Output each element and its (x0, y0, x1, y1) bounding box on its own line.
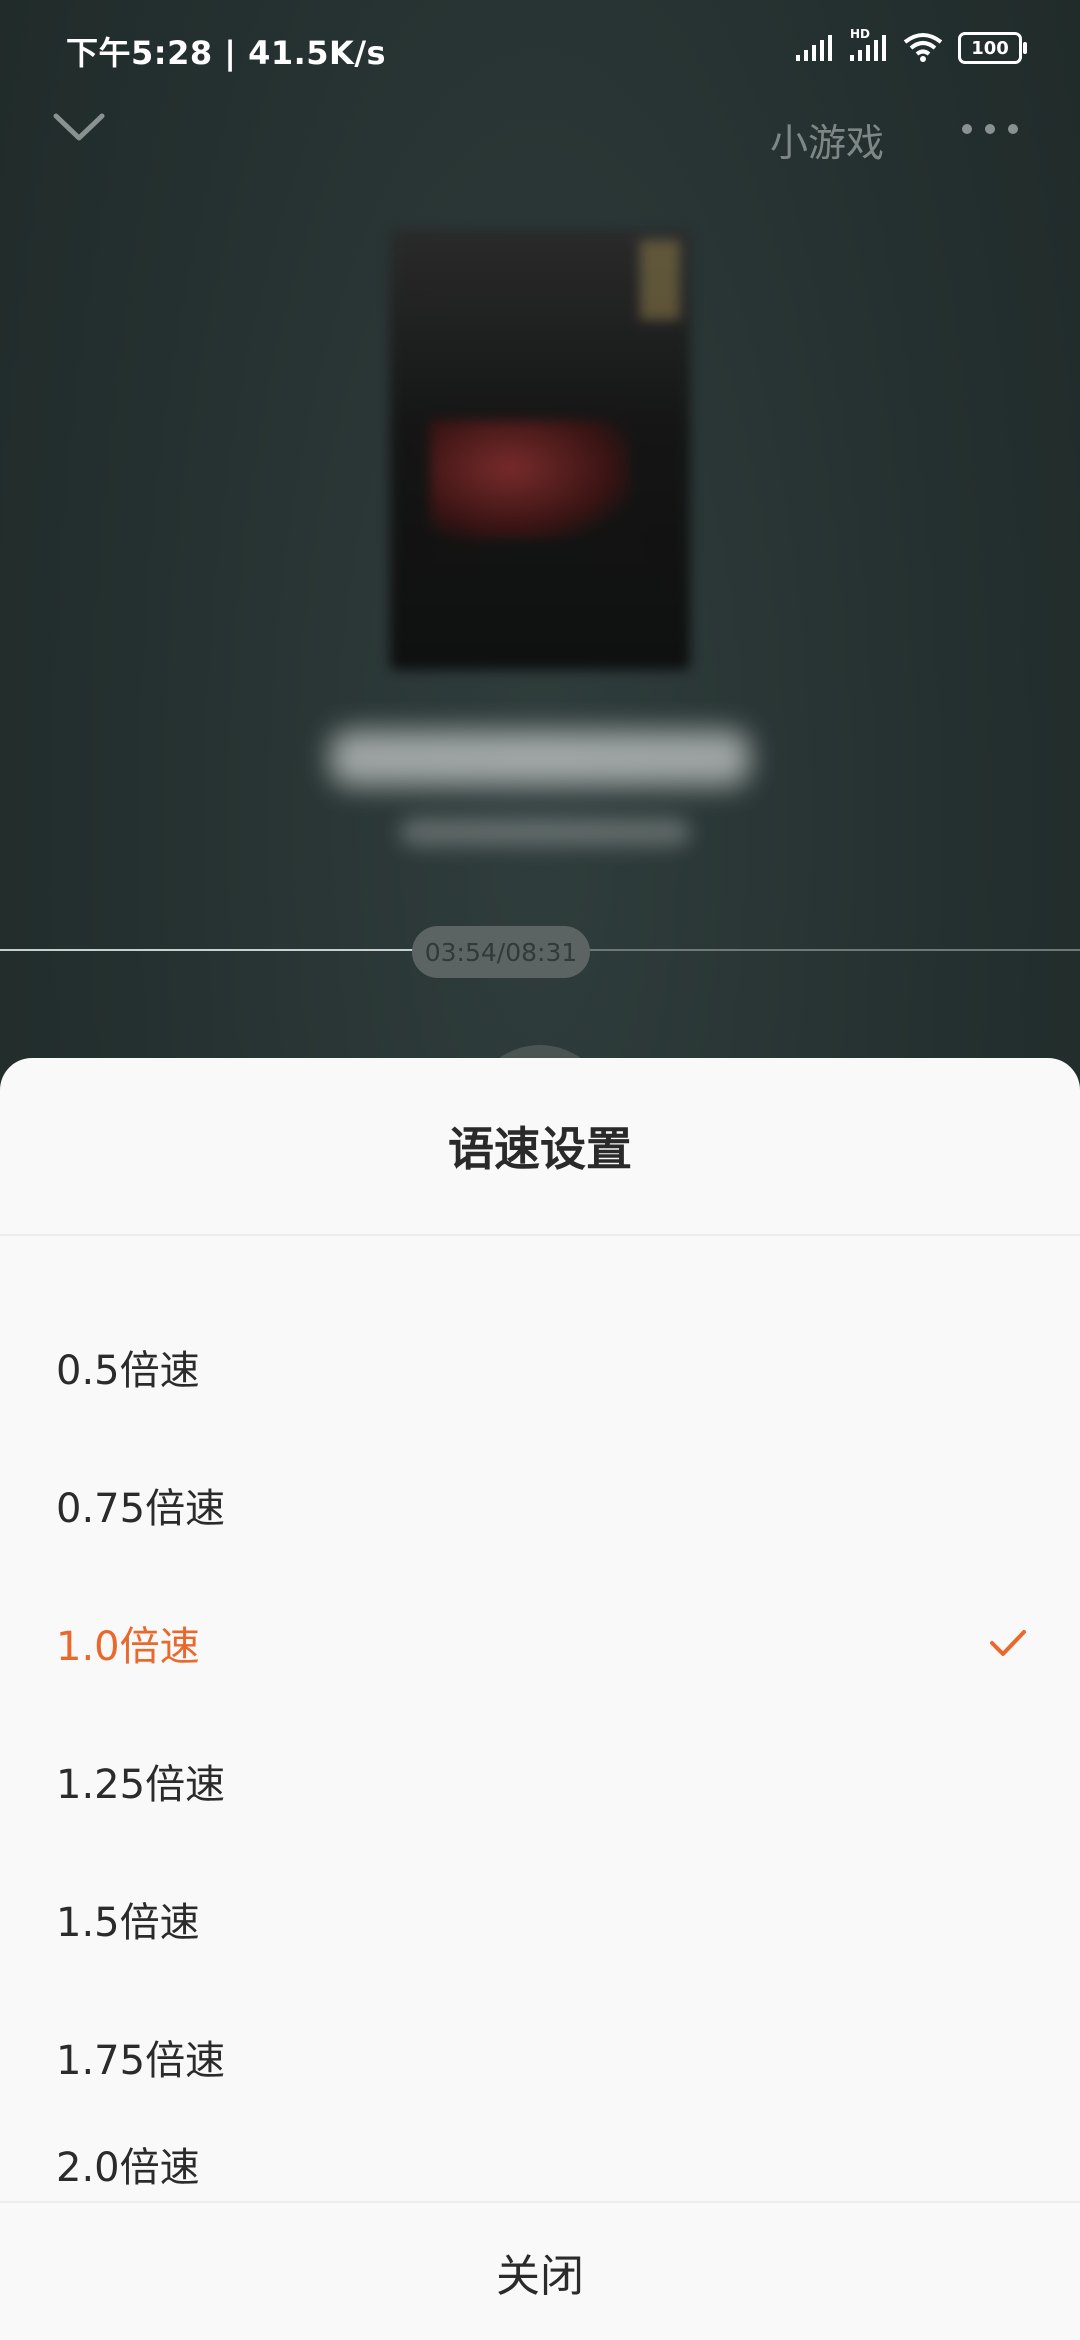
battery-level: 100 (971, 37, 1009, 59)
more-options-icon[interactable] (960, 122, 1020, 136)
blurred-subtitle (400, 818, 690, 846)
signal-icon (796, 35, 832, 61)
speed-option-1.25[interactable]: 1.25倍速 (0, 1712, 1080, 1850)
book-cover (390, 230, 690, 670)
speed-option-label: 0.75倍速 (56, 1486, 226, 1532)
close-button[interactable]: 关闭 (0, 2203, 1080, 2340)
speed-option-label: 0.5倍速 (56, 1348, 200, 1394)
speed-option-0.5[interactable]: 0.5倍速 (0, 1298, 1080, 1436)
mini-games-link[interactable]: 小游戏 (770, 112, 884, 167)
speed-option-label: 2.0倍速 (56, 2145, 200, 2191)
status-time: 下午5:28 (66, 34, 213, 72)
speed-option-1.5[interactable]: 1.5倍速 (0, 1850, 1080, 1988)
title-divider (0, 1234, 1080, 1236)
status-bar-text: 下午5:28 | 41.5K/s (66, 28, 386, 74)
speed-option-0.75[interactable]: 0.75倍速 (0, 1436, 1080, 1574)
battery-icon: 100 (958, 32, 1027, 64)
playback-time[interactable]: 03:54/08:31 (412, 926, 590, 978)
sheet-title: 语速设置 (448, 1122, 632, 1176)
speed-option-label: 1.5倍速 (56, 1900, 200, 1946)
check-icon (990, 1630, 1026, 1656)
wifi-icon (903, 33, 943, 62)
status-icons: HD 100 (794, 27, 1027, 68)
speed-settings-sheet: 语速设置 0.5倍速 0.75倍速 1.0倍速 1.25倍速 1.5倍速 1.7… (0, 1058, 1080, 2340)
speed-option-label: 1.75倍速 (56, 2038, 226, 2084)
hd-signal: HD (848, 27, 888, 63)
blurred-chapter-title (330, 730, 750, 786)
hd-label: HD (850, 27, 871, 41)
network-speed: 41.5K/s (248, 34, 387, 72)
speed-option-label: 1.25倍速 (56, 1762, 226, 1808)
speed-option-1.0[interactable]: 1.0倍速 (0, 1574, 1080, 1712)
status-separator: | (224, 34, 237, 72)
speed-option-1.75[interactable]: 1.75倍速 (0, 1988, 1080, 2126)
collapse-chevron-icon[interactable] (52, 110, 106, 146)
speed-option-label: 1.0倍速 (56, 1624, 200, 1670)
speed-option-2.0[interactable]: 2.0倍速 (0, 2126, 1080, 2202)
